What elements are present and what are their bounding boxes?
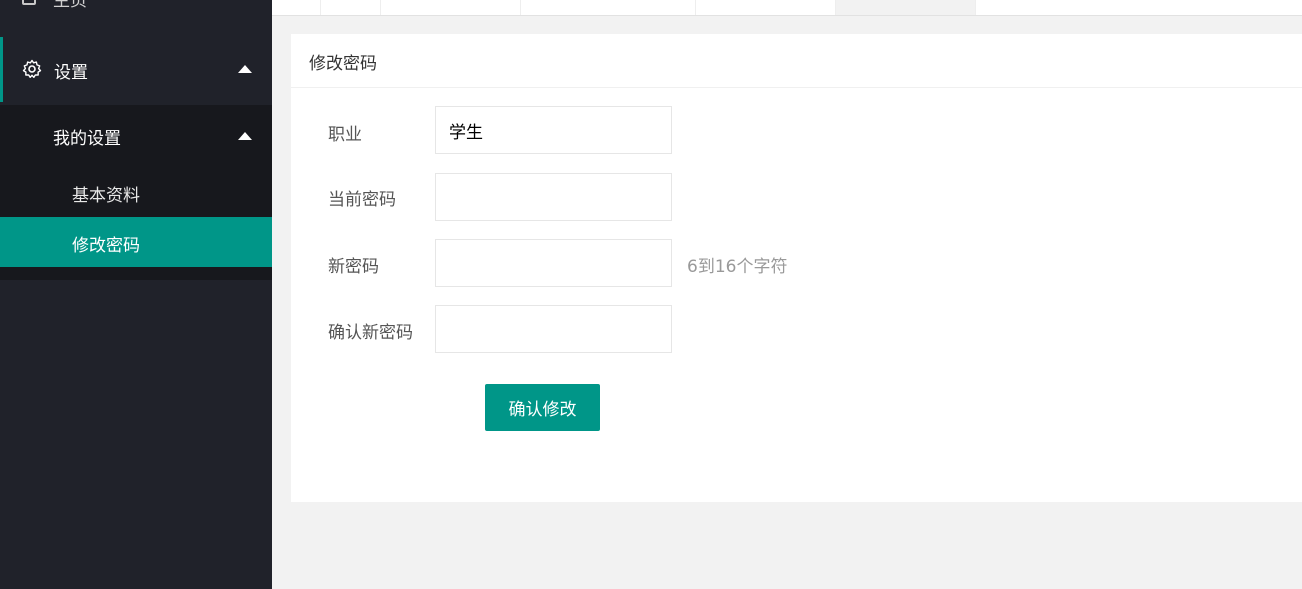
sidebar-item-my-settings[interactable]: 我的设置 <box>0 105 272 165</box>
current-password-label: 当前密码 <box>328 190 396 210</box>
occupation-field[interactable] <box>435 106 672 154</box>
top-tab-bar <box>272 0 1302 16</box>
tab[interactable] <box>381 0 521 15</box>
change-password-card: 修改密码 职业 当前密码 新密码 6到16个字符 确认新密码 确认修改 <box>291 34 1302 502</box>
home-icon <box>22 0 36 5</box>
sidebar-item-home[interactable]: 主页 ⌄ <box>0 0 272 20</box>
confirm-password-label: 确认新密码 <box>328 323 413 343</box>
new-password-field[interactable] <box>435 239 672 287</box>
sidebar-item-settings[interactable]: 设置 <box>0 37 272 102</box>
sidebar-item-my-settings-label: 我的设置 <box>53 129 121 149</box>
confirm-password-field[interactable] <box>435 305 672 353</box>
current-password-field[interactable] <box>435 173 672 221</box>
tab-active[interactable] <box>836 0 976 15</box>
sidebar-item-home-label: 主页 <box>53 0 87 11</box>
settings-submenu: 我的设置 基本资料 修改密码 <box>0 105 272 280</box>
confirm-change-button[interactable]: 确认修改 <box>485 384 600 431</box>
tab[interactable] <box>321 0 381 15</box>
occupation-label: 职业 <box>328 125 362 145</box>
sidebar-item-basic-info[interactable]: 基本资料 <box>0 165 272 217</box>
new-password-hint: 6到16个字符 <box>687 257 788 277</box>
sidebar-item-settings-label: 设置 <box>54 63 88 83</box>
caret-up-icon <box>238 132 252 140</box>
tab[interactable] <box>521 0 696 15</box>
caret-up-icon <box>238 65 252 73</box>
card-title: 修改密码 <box>309 54 377 74</box>
sidebar: 主页 ⌄ 设置 我的设置 基本资料 修改密码 <box>0 0 272 589</box>
card-header: 修改密码 <box>291 34 1302 88</box>
sidebar-item-change-password[interactable]: 修改密码 <box>0 217 272 267</box>
sidebar-item-basic-info-label: 基本资料 <box>72 186 140 206</box>
new-password-label: 新密码 <box>328 257 379 277</box>
gear-icon <box>22 59 42 78</box>
sidebar-item-change-password-label: 修改密码 <box>72 236 140 256</box>
tab[interactable] <box>272 0 321 15</box>
tab[interactable] <box>696 0 836 15</box>
